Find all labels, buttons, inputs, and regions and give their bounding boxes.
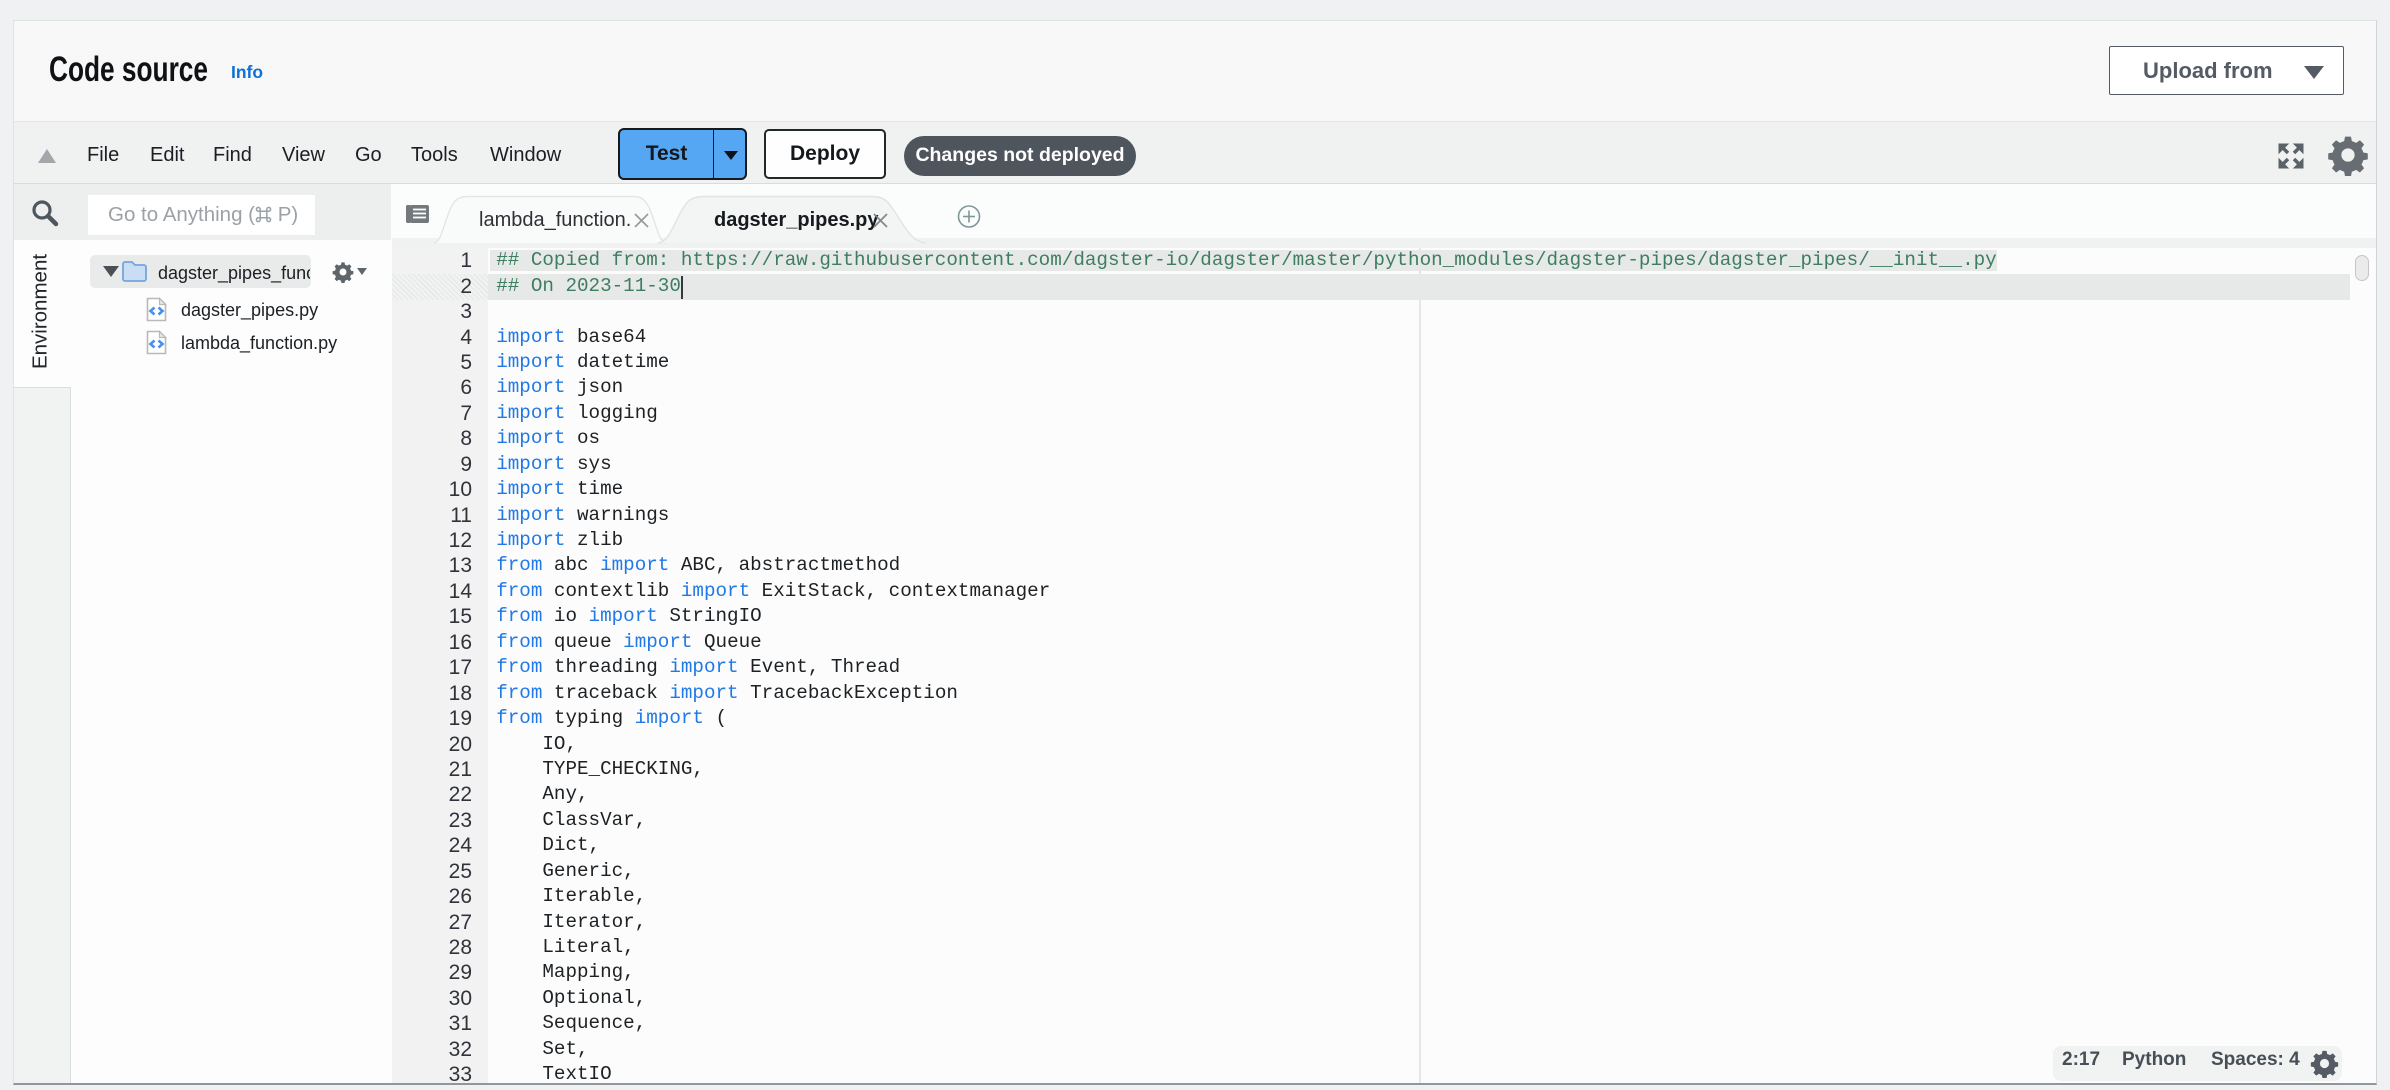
svg-text:dagster_pipes.py: dagster_pipes.py: [714, 209, 879, 231]
svg-text:lambda_function.: lambda_function.: [479, 209, 631, 231]
